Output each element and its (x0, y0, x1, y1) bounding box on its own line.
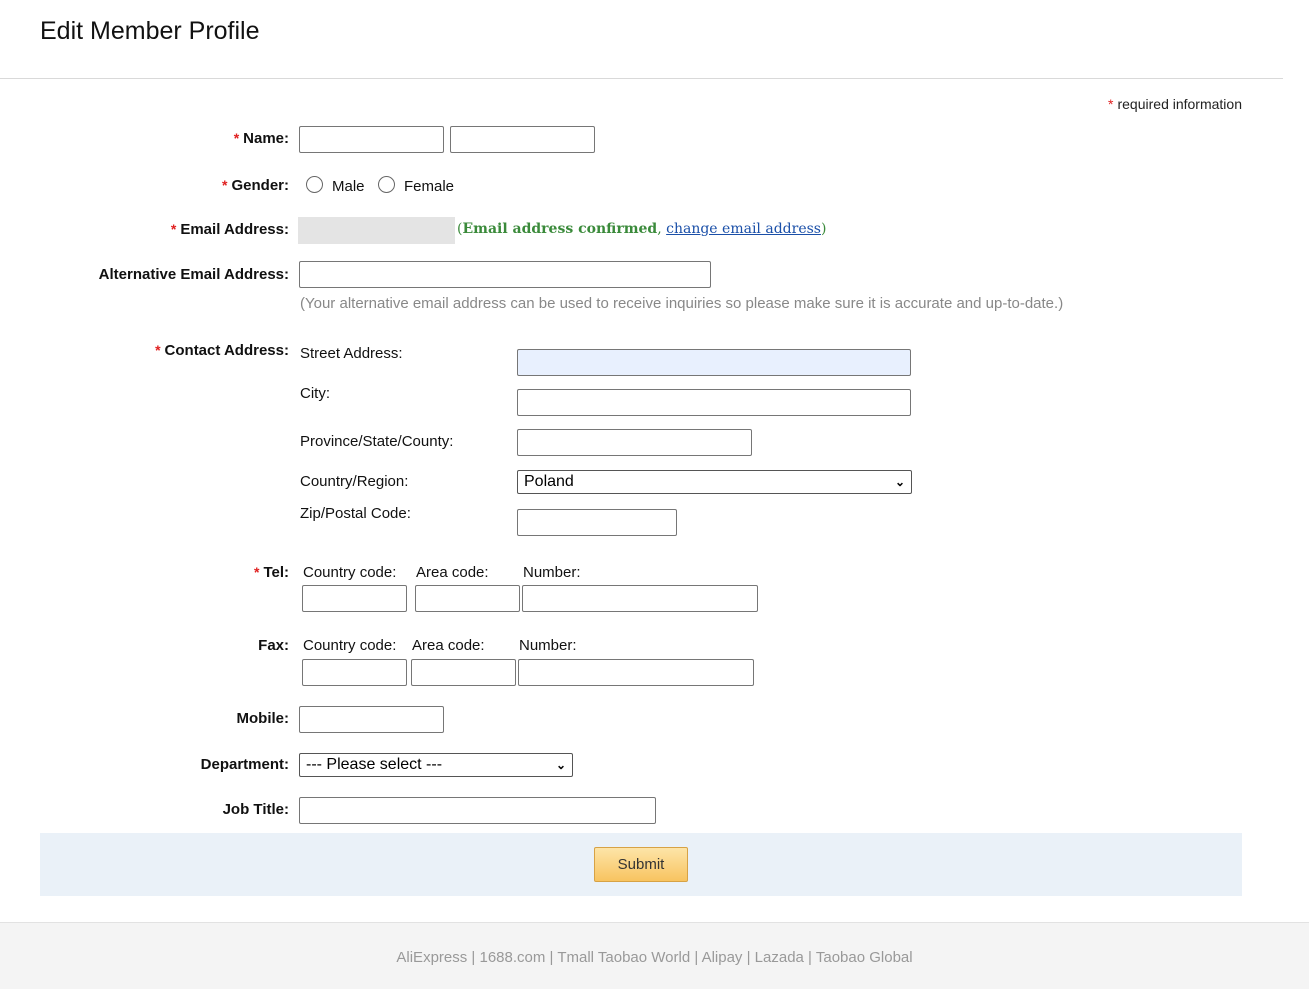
province-input[interactable] (517, 429, 752, 456)
alt-email-hint: (Your alternative email address can be u… (300, 295, 1064, 312)
mobile-input[interactable] (299, 706, 444, 733)
gender-label: * Gender: (222, 177, 289, 194)
street-address-label: Street Address: (300, 345, 403, 362)
required-star: * (170, 221, 177, 237)
footer-link-1688[interactable]: 1688.com (479, 949, 545, 966)
footer-link-lazada[interactable]: Lazada (755, 949, 804, 966)
title-divider (0, 78, 1283, 79)
email-confirmed-text: Email address confirmed (462, 221, 658, 237)
required-star: * (233, 130, 240, 146)
last-name-input[interactable] (450, 126, 595, 153)
alt-email-label: Alternative Email Address: (98, 266, 289, 283)
street-address-input[interactable] (517, 349, 911, 376)
footer-link-taobao-global[interactable]: Taobao Global (816, 949, 913, 966)
gender-female-label[interactable]: Female (404, 178, 454, 195)
country-label: Country/Region: (300, 473, 409, 490)
email-status: (Email address confirmed, change email a… (457, 221, 827, 237)
province-label: Province/State/County: (300, 433, 454, 450)
contact-address-label-text: Contact Address: (164, 342, 289, 359)
first-name-input[interactable] (299, 126, 444, 153)
department-select[interactable]: --- Please select --- ⌄ (299, 753, 573, 777)
country-select[interactable]: Poland ⌄ (517, 470, 912, 494)
footer-link-alipay[interactable]: Alipay (702, 949, 743, 966)
chevron-down-icon: ⌄ (555, 758, 566, 772)
contact-address-label: * Contact Address: (155, 342, 289, 359)
fax-number-label: Number: (519, 637, 577, 654)
tel-number-label: Number: (523, 564, 581, 581)
email-label: * Email Address: (171, 221, 289, 238)
footer: AliExpress | 1688.com | Tmall Taobao Wor… (0, 922, 1309, 989)
required-star: * (222, 177, 228, 193)
footer-link-aliexpress[interactable]: AliExpress (396, 949, 467, 966)
tel-country-code-input[interactable] (302, 585, 407, 612)
name-label-text: Name: (243, 130, 289, 147)
submit-button[interactable]: Submit (594, 847, 688, 882)
required-star: * (253, 564, 260, 580)
mobile-label: Mobile: (236, 710, 290, 727)
city-label: City: (300, 385, 330, 402)
fax-country-code-label: Country code: (303, 637, 397, 654)
gender-male-radio[interactable] (306, 176, 323, 193)
required-note-text: required information (1117, 96, 1242, 112)
alt-email-input[interactable] (299, 261, 711, 288)
department-label: Department: (200, 756, 289, 773)
job-title-input[interactable] (299, 797, 656, 824)
fax-country-code-input[interactable] (302, 659, 407, 686)
tel-area-code-label: Area code: (416, 564, 489, 581)
fax-label: Fax: (258, 637, 289, 654)
email-label-text: Email Address: (180, 221, 289, 238)
fax-area-code-label: Area code: (412, 637, 485, 654)
gender-label-text: Gender: (231, 177, 289, 194)
required-note: * required information (1108, 96, 1242, 112)
zip-input[interactable] (517, 509, 677, 536)
email-value-box (298, 217, 455, 244)
change-email-link[interactable]: change email address (666, 221, 821, 237)
country-select-value: Poland (524, 473, 574, 490)
gender-female-radio[interactable] (378, 176, 395, 193)
required-star: * (1108, 96, 1114, 112)
name-label: * Name: (234, 130, 289, 147)
page-title: Edit Member Profile (40, 17, 260, 45)
required-star: * (155, 342, 161, 358)
footer-links: AliExpress | 1688.com | Tmall Taobao Wor… (396, 949, 913, 966)
tel-country-code-label: Country code: (303, 564, 397, 581)
department-select-value: --- Please select --- (306, 756, 443, 773)
footer-link-tmall-taobao-world[interactable]: Tmall Taobao World (557, 949, 690, 966)
chevron-down-icon: ⌄ (894, 475, 905, 489)
tel-area-code-input[interactable] (415, 585, 520, 612)
zip-label: Zip/Postal Code: (300, 505, 411, 522)
job-title-label: Job Title: (222, 801, 289, 818)
tel-number-input[interactable] (522, 585, 758, 612)
fax-area-code-input[interactable] (411, 659, 516, 686)
tel-label-text: Tel: (263, 564, 289, 581)
city-input[interactable] (517, 389, 911, 416)
fax-number-input[interactable] (518, 659, 754, 686)
gender-male-label[interactable]: Male (332, 178, 365, 195)
tel-label: * Tel: (254, 564, 289, 581)
